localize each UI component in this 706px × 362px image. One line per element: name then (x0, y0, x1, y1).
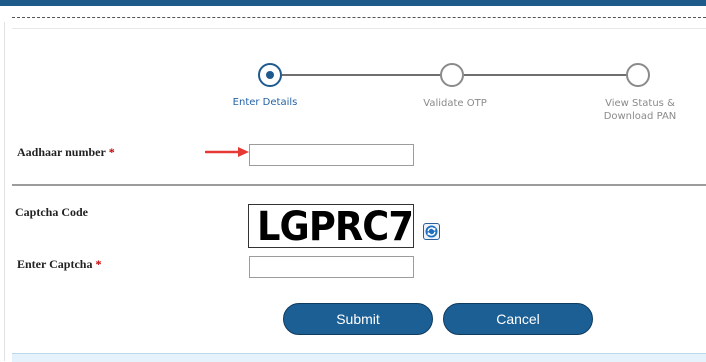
submit-button[interactable]: Submit (283, 303, 433, 335)
required-mark: * (108, 145, 115, 159)
aadhaar-label: Aadhaar number * (17, 145, 115, 160)
cancel-button[interactable]: Cancel (443, 303, 593, 335)
section-divider (12, 184, 706, 186)
step-connector-1 (282, 74, 441, 76)
required-mark: * (95, 257, 102, 271)
refresh-captcha-button[interactable] (423, 223, 440, 240)
captcha-image: LGPRC7 (248, 204, 414, 248)
refresh-icon (425, 225, 438, 238)
step-2-label: Validate OTP (410, 97, 500, 110)
step-1-dot (266, 71, 274, 79)
top-header-bar (0, 0, 706, 6)
captcha-input[interactable] (249, 256, 414, 278)
enter-captcha-label-text: Enter Captcha (17, 257, 93, 271)
panel-top-border (12, 28, 706, 29)
step-1-label: Enter Details (220, 96, 310, 109)
step-2-label-line1: Validate OTP (423, 98, 487, 109)
step-1-label-line1: Enter Details (232, 97, 298, 108)
captcha-code-label: Captcha Code (15, 205, 89, 219)
step-3-label-line2: Download PAN (603, 111, 677, 122)
red-arrow-icon (205, 147, 249, 157)
step-3-indicator (626, 63, 650, 87)
step-connector-2 (464, 74, 627, 76)
aadhaar-number-input[interactable] (249, 144, 414, 166)
panel-left-border (4, 22, 5, 361)
dashed-divider (12, 17, 706, 18)
step-2-indicator (440, 63, 464, 87)
captcha-image-text: LGPRC7 (257, 204, 414, 248)
step-3-label-line1: View Status & (605, 98, 675, 109)
enter-captcha-label: Enter Captcha * (17, 257, 101, 272)
step-1-indicator (258, 63, 282, 87)
aadhaar-label-text: Aadhaar number (17, 145, 106, 159)
step-3-label: View Status & Download PAN (595, 97, 685, 123)
